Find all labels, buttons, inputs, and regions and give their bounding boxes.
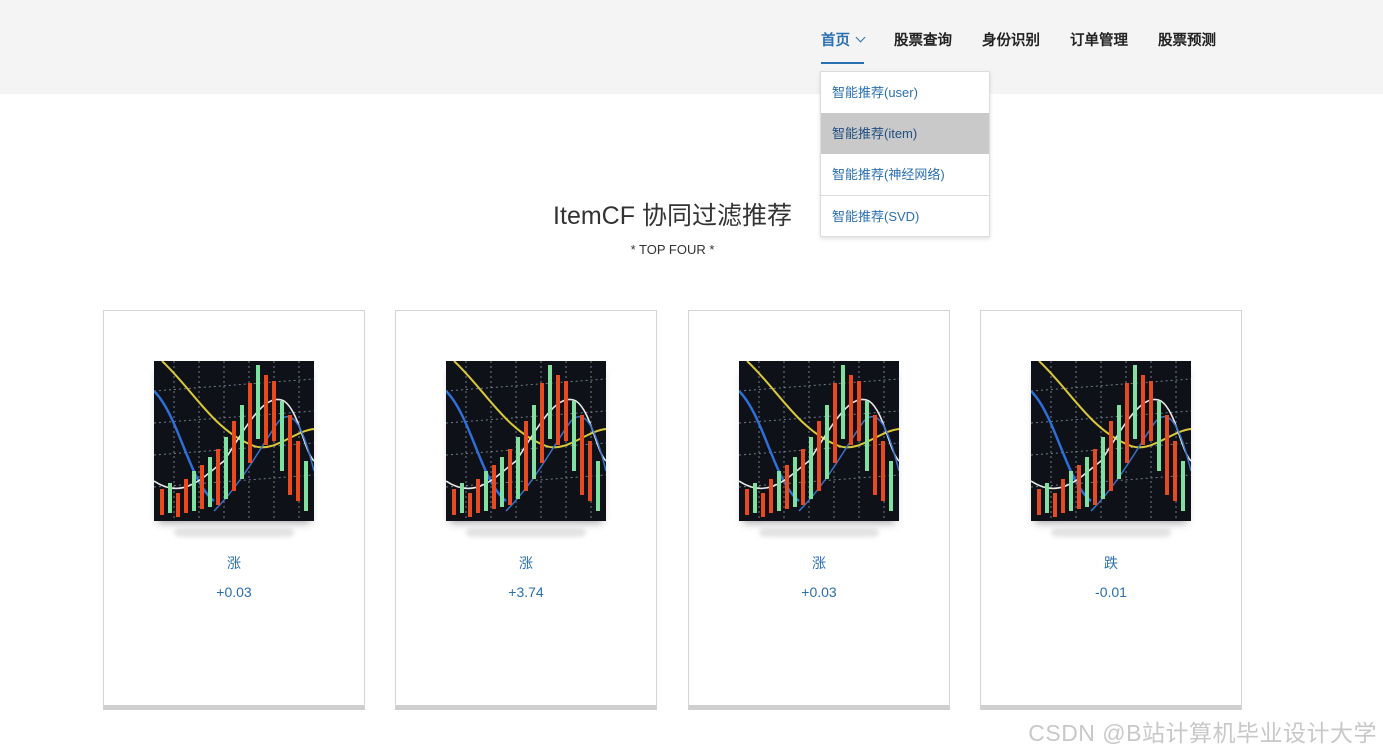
stock-change-value: +0.03	[216, 584, 252, 600]
top-navigation-bar: 首页 股票查询 身份识别 订单管理 股票预测	[0, 0, 1383, 94]
blurred-stock-name	[759, 527, 879, 537]
page-title: ItemCF 协同过滤推荐	[553, 202, 792, 230]
watermark-text: CSDN @B站计算机毕业设计大学	[1028, 720, 1377, 746]
dropdown-item-recommend-item[interactable]: 智能推荐(item)	[821, 113, 989, 154]
stock-change-value: +3.74	[508, 584, 544, 600]
nav-item-order-management-label: 订单管理	[1070, 32, 1128, 49]
nav-item-identity-recognition[interactable]: 身份识别	[967, 0, 1055, 78]
dropdown-item-recommend-neural-network[interactable]: 智能推荐(神经网络)	[821, 154, 989, 195]
nav-item-stock-query-label: 股票查询	[894, 32, 952, 49]
dropdown-item-recommend-user[interactable]: 智能推荐(user)	[821, 72, 989, 113]
stock-card[interactable]: 涨 +0.03	[688, 310, 950, 710]
stock-chart-image	[154, 361, 314, 521]
chevron-down-icon	[855, 32, 866, 42]
main-nav: 首页 股票查询 身份识别 订单管理 股票预测	[806, 0, 1231, 78]
nav-item-stock-query[interactable]: 股票查询	[879, 0, 967, 78]
nav-item-home-label: 首页	[821, 32, 850, 49]
stock-chart-image	[1031, 361, 1191, 521]
home-dropdown-menu: 智能推荐(user) 智能推荐(item) 智能推荐(神经网络) 智能推荐(SV…	[820, 71, 990, 237]
stock-chart-image	[446, 361, 606, 521]
stock-card[interactable]: 跌 -0.01	[980, 310, 1242, 710]
stock-chart-image	[739, 361, 899, 521]
stock-trend-label: 涨	[519, 555, 533, 571]
nav-item-stock-prediction-label: 股票预测	[1158, 32, 1216, 49]
stock-trend-label: 涨	[227, 555, 241, 571]
stock-trend-label: 涨	[812, 555, 826, 571]
page-subtitle: * TOP FOUR *	[630, 242, 715, 257]
stock-change-value: +0.03	[801, 584, 837, 600]
nav-item-order-management[interactable]: 订单管理	[1055, 0, 1143, 78]
nav-item-home[interactable]: 首页	[806, 0, 879, 78]
blurred-stock-name	[174, 527, 294, 537]
blurred-stock-name	[1051, 527, 1171, 537]
blurred-stock-name	[466, 527, 586, 537]
nav-item-identity-recognition-label: 身份识别	[982, 32, 1040, 49]
stock-card[interactable]: 涨 +0.03	[103, 310, 365, 710]
nav-item-stock-prediction[interactable]: 股票预测	[1143, 0, 1231, 78]
dropdown-item-recommend-svd[interactable]: 智能推荐(SVD)	[821, 195, 989, 236]
stock-trend-label: 跌	[1104, 555, 1118, 571]
stock-card[interactable]: 涨 +3.74	[395, 310, 657, 710]
stock-change-value: -0.01	[1095, 584, 1127, 600]
